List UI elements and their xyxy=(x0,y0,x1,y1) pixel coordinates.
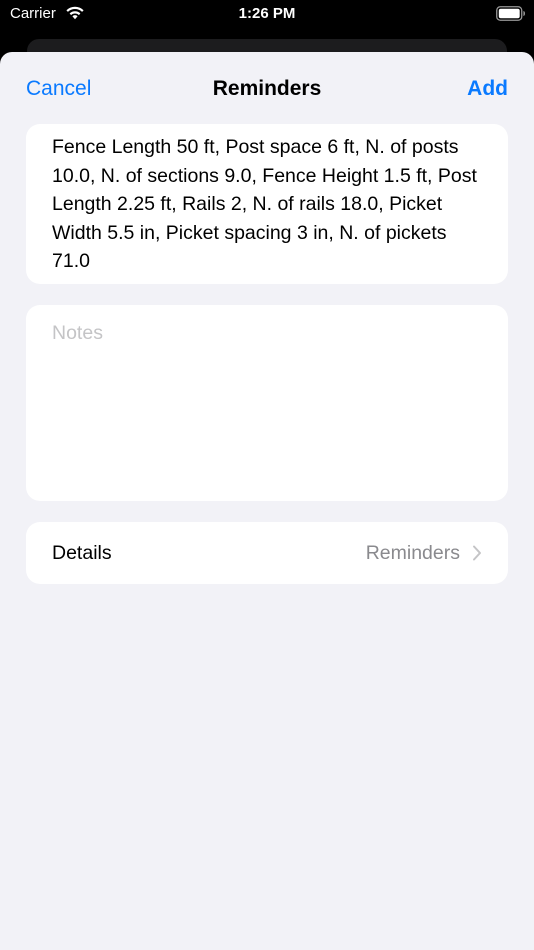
add-button[interactable]: Add xyxy=(467,76,508,102)
screen: Carrier 1:26 PM Cancel Reminders Add Fen… xyxy=(0,0,534,950)
notes-field[interactable]: Notes xyxy=(26,305,508,501)
chevron-right-icon xyxy=(473,545,481,561)
details-row[interactable]: Details Reminders xyxy=(26,522,508,584)
reminder-title-text[interactable]: Fence Length 50 ft, Post space 6 ft, N. … xyxy=(52,133,486,276)
new-reminder-sheet: Cancel Reminders Add Fence Length 50 ft,… xyxy=(0,52,534,950)
status-time: 1:26 PM xyxy=(238,5,296,22)
notes-placeholder: Notes xyxy=(52,322,103,344)
page-title: Reminders xyxy=(212,77,322,100)
status-bar: Carrier 1:26 PM xyxy=(0,0,534,30)
reminder-title-field[interactable]: Fence Length 50 ft, Post space 6 ft, N. … xyxy=(26,124,508,284)
navigation-bar: Cancel Reminders Add xyxy=(0,52,534,124)
details-list-value: Reminders xyxy=(365,541,460,564)
battery-icon xyxy=(496,6,525,21)
details-label: Details xyxy=(52,541,112,564)
